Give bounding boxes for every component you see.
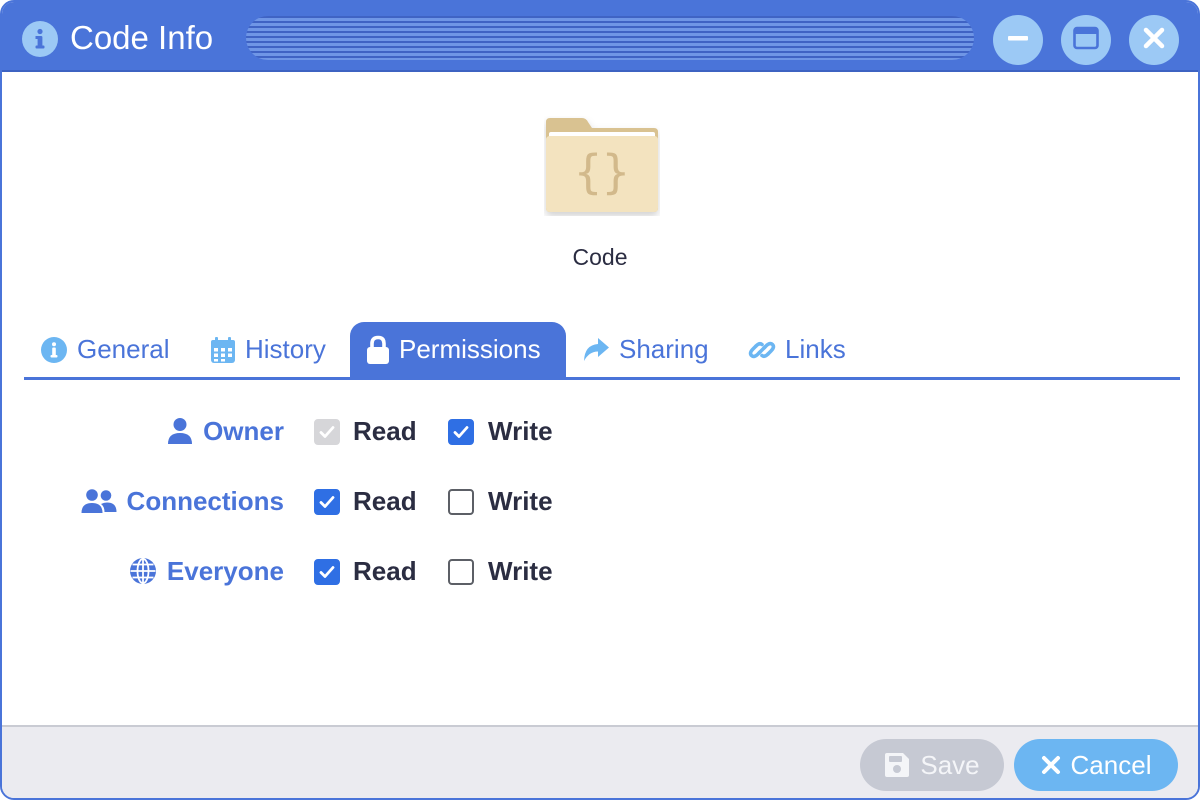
title-bar[interactable]: Code Info (2, 2, 1198, 72)
tab-label: Links (785, 334, 846, 364)
tab-label: Sharing (619, 334, 709, 364)
tab-label: General (77, 334, 170, 364)
maximize-button[interactable] (1061, 15, 1111, 65)
close-button[interactable] (1129, 15, 1179, 65)
dialog-footer: Save Cancel (2, 725, 1198, 798)
globe-icon (129, 557, 157, 585)
connections-write-checkbox[interactable] (448, 489, 474, 515)
save-label: Save (920, 749, 980, 780)
role-everyone: Everyone (129, 551, 284, 591)
read-label: Read (353, 556, 417, 586)
role-connections: Connections (81, 481, 284, 521)
tab-permissions[interactable]: Permissions (350, 322, 566, 377)
maximize-icon (1073, 25, 1099, 56)
write-label: Write (488, 416, 553, 446)
read-label: Read (353, 416, 417, 446)
info-circle-icon (22, 21, 58, 57)
cancel-label: Cancel (1070, 749, 1152, 780)
svg-text:{}: {} (574, 145, 629, 199)
checkmark-icon (319, 426, 335, 438)
tab-label: History (245, 334, 326, 364)
write-label: Write (488, 556, 553, 586)
item-name: Code (572, 244, 628, 270)
users-icon (81, 487, 117, 515)
share-arrow-icon (582, 337, 610, 363)
calendar-icon (210, 336, 236, 364)
write-label: Write (488, 486, 553, 516)
code-info-window: Code Info {} Code General History Permis… (0, 0, 1200, 800)
everyone-read-checkbox[interactable] (314, 559, 340, 585)
tab-history[interactable]: History (210, 322, 326, 377)
link-icon (748, 336, 776, 364)
tab-sharing[interactable]: Sharing (582, 322, 709, 377)
tab-bar: General History Permissions Sharing Link… (24, 322, 1180, 380)
user-icon (167, 417, 193, 445)
owner-write-checkbox[interactable] (448, 419, 474, 445)
close-icon (1041, 755, 1061, 775)
checkmark-icon (453, 426, 469, 438)
title-bar-drag-handle[interactable] (246, 16, 974, 60)
permission-row-connections: Connections Read Write (2, 481, 702, 521)
role-owner: Owner (167, 411, 284, 451)
tab-label: Permissions (399, 334, 541, 364)
info-circle-icon (40, 336, 68, 364)
cancel-button[interactable]: Cancel (1014, 739, 1178, 791)
permission-row-owner: Owner Read Write (2, 411, 702, 451)
tab-general[interactable]: General (40, 322, 170, 377)
minimize-icon (1006, 26, 1030, 55)
role-label: Everyone (166, 555, 284, 586)
tab-links[interactable]: Links (748, 322, 846, 377)
close-icon (1143, 27, 1165, 54)
checkmark-icon (319, 496, 335, 508)
checkmark-icon (319, 566, 335, 578)
floppy-disk-icon (884, 752, 910, 778)
everyone-write-checkbox[interactable] (448, 559, 474, 585)
owner-read-checkbox (314, 419, 340, 445)
lock-icon (366, 335, 390, 365)
minimize-button[interactable] (993, 15, 1043, 65)
role-label: Connections (126, 485, 284, 516)
permission-row-everyone: Everyone Read Write (2, 551, 702, 591)
save-button: Save (860, 739, 1004, 791)
read-label: Read (353, 486, 417, 516)
code-folder-icon: {} (544, 116, 660, 216)
connections-read-checkbox[interactable] (314, 489, 340, 515)
window-title: Code Info (70, 19, 214, 56)
role-label: Owner (203, 415, 284, 446)
